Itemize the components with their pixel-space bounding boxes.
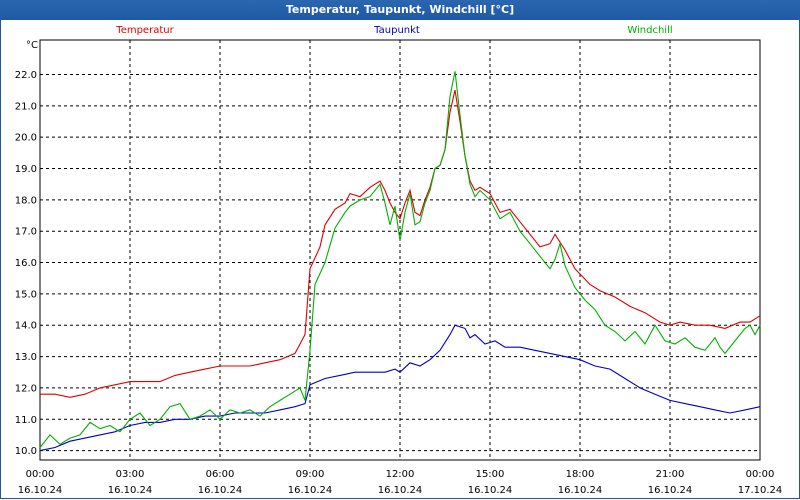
x-tick-time: 12:00 xyxy=(386,469,415,480)
x-tick-date: 16.10.24 xyxy=(648,485,693,496)
y-tick-label: 17.0 xyxy=(15,227,37,238)
legend-temperatur: Temperatur xyxy=(115,25,174,36)
y-tick-label: 20.0 xyxy=(15,133,37,144)
x-tick-time: 00:00 xyxy=(746,469,775,480)
line-chart: 10.0 11.0 12.0 13.0 14.0 15.0 16.0 17.0 18.0 19.0… xyxy=(15,25,783,496)
y-tick-label: 14.0 xyxy=(15,321,37,332)
y-tick-label: 12.0 xyxy=(15,383,37,394)
y-tick-label: 16.0 xyxy=(15,258,37,269)
y-tick-label: 10.0 xyxy=(15,446,37,457)
x-tick-time: 15:00 xyxy=(476,469,505,480)
x-tick-time: 03:00 xyxy=(116,469,145,480)
legend-windchill: Windchill xyxy=(627,25,672,36)
x-tick-time: 09:00 xyxy=(296,469,325,480)
x-tick-date: 17.10.24 xyxy=(738,485,783,496)
y-tick-label: 21.0 xyxy=(15,101,37,112)
x-tick-date: 16.10.24 xyxy=(18,485,63,496)
x-tick-time: 06:00 xyxy=(206,469,235,480)
x-tick-date: 16.10.24 xyxy=(108,485,153,496)
x-tick-date: 16.10.24 xyxy=(198,485,243,496)
y-tick-label: 15.0 xyxy=(15,289,37,300)
x-tick-date: 16.10.24 xyxy=(288,485,333,496)
y-axis: 10.0 11.0 12.0 13.0 14.0 15.0 16.0 17.0 18.0 19.0… xyxy=(15,70,37,457)
y-tick-label: 19.0 xyxy=(15,164,37,175)
y-tick-label: 22.0 xyxy=(15,70,37,81)
y-tick-label: 13.0 xyxy=(15,352,37,363)
x-tick-time: 00:00 xyxy=(26,469,55,480)
x-axis: 00:00 16.10.24 03:00 16.10.24 06:00 16.10.24 0… xyxy=(18,469,783,496)
y-axis-unit: °C xyxy=(26,40,38,51)
x-tick-date: 16.10.24 xyxy=(468,485,513,496)
legend-taupunkt: Taupunkt xyxy=(373,25,420,36)
y-tick-label: 18.0 xyxy=(15,195,37,206)
x-tick-date: 16.10.24 xyxy=(378,485,423,496)
x-tick-time: 18:00 xyxy=(566,469,595,480)
x-tick-date: 16.10.24 xyxy=(558,485,603,496)
x-tick-time: 21:00 xyxy=(656,469,685,480)
y-tick-label: 11.0 xyxy=(15,415,37,426)
legend: Temperatur Taupunkt Windchill xyxy=(115,25,672,36)
